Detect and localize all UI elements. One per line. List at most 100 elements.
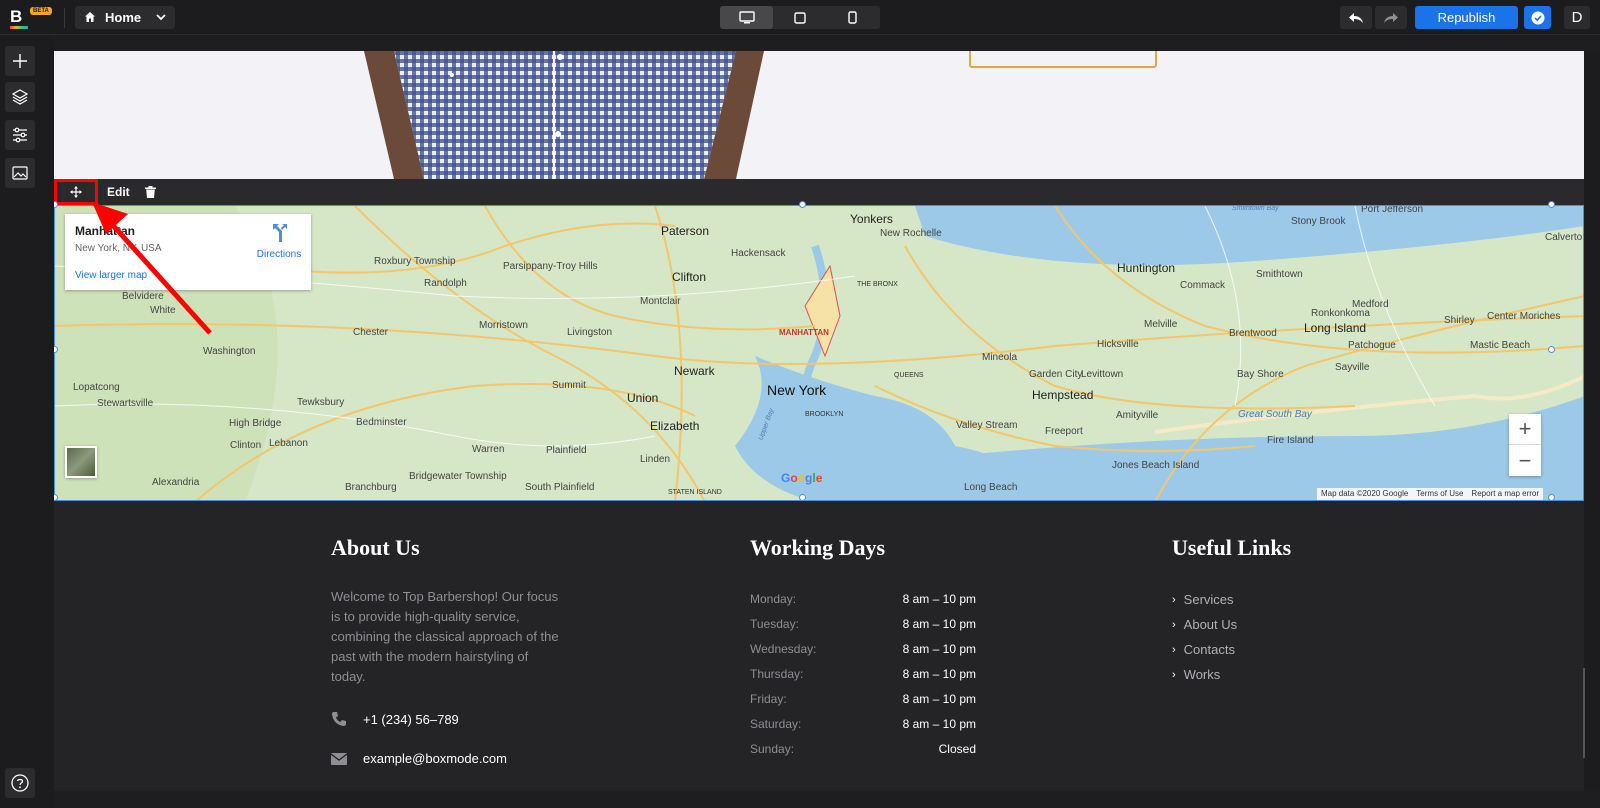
view-larger-map-link[interactable]: View larger map [75, 270, 147, 281]
place-address: New York, NY, USA [75, 243, 162, 254]
map-label: Jones Beach Island [1112, 460, 1200, 471]
map-label: Huntington [1117, 261, 1176, 275]
footer-link-label: Services [1183, 592, 1234, 607]
map-label: Amityville [1116, 410, 1159, 421]
zoom-in-button[interactable]: + [1509, 414, 1541, 445]
map-label: Newark [674, 364, 715, 378]
phone-row: +1 (234) 56–789 [331, 711, 459, 727]
map-label: New Rochelle [880, 228, 942, 239]
map-label: QUEENS [894, 372, 924, 379]
edit-section-button[interactable]: Edit [101, 183, 136, 201]
footer-section[interactable]: About Us Welcome to Top Barbershop! Our … [54, 501, 1584, 791]
hero-section[interactable] [54, 51, 1584, 179]
hours-row: Sunday: Closed [750, 742, 976, 762]
satellite-toggle-button[interactable] [65, 446, 97, 478]
map-label: THE BRONX [857, 281, 898, 288]
resize-handle[interactable] [799, 494, 806, 501]
settings-button[interactable] [5, 120, 35, 150]
home-icon [85, 12, 95, 22]
undo-button[interactable] [1340, 6, 1372, 29]
chevron-right-icon: › [1172, 668, 1176, 681]
mobile-icon [848, 11, 857, 24]
directions-icon [273, 224, 287, 242]
canvas-scrollbar[interactable] [1584, 51, 1600, 791]
map-label: Mineola [982, 352, 1018, 363]
phone-number[interactable]: +1 (234) 56–789 [363, 712, 459, 727]
hours-row: Monday: 8 am – 10 pm [750, 592, 976, 612]
send-letter-button[interactable] [969, 51, 1157, 68]
image-icon [12, 166, 28, 180]
hours-day: Saturday: [750, 717, 802, 731]
footer-link[interactable]: › About Us [1172, 617, 1237, 632]
canvas-scrollbar-thumb[interactable] [1583, 668, 1585, 758]
footer-link[interactable]: › Contacts [1172, 642, 1235, 657]
hours-time: 8 am – 10 pm [902, 617, 976, 631]
email-address[interactable]: example@boxmode.com [363, 751, 507, 766]
hours-time: 8 am – 10 pm [902, 717, 976, 731]
publish-status-button[interactable] [1524, 6, 1551, 29]
map-label: Elizabeth [650, 419, 700, 433]
mobile-view-button[interactable] [826, 6, 879, 29]
hours-day: Tuesday: [750, 617, 799, 631]
chevron-right-icon: › [1172, 643, 1176, 656]
page-select-dropdown[interactable]: Home [75, 6, 175, 29]
boxmode-logo[interactable]: B BETA [10, 7, 54, 29]
footer-link-label: About Us [1183, 617, 1238, 632]
map-label: MANHATTAN [779, 328, 829, 337]
map-zoom-controls: + − [1509, 414, 1541, 476]
plus-icon [13, 54, 27, 68]
map-label: Commack [1180, 280, 1226, 291]
map-place-card: Manhattan New York, NY, USA View larger … [65, 214, 311, 290]
map-label: South Plainfield [525, 482, 595, 493]
resize-handle[interactable] [1548, 201, 1555, 208]
zoom-out-button[interactable]: − [1509, 445, 1541, 476]
logo-letter: B [10, 7, 23, 26]
media-button[interactable] [5, 158, 35, 188]
map-label: Bedminster [356, 417, 407, 428]
footer-link[interactable]: › Works [1172, 667, 1220, 682]
hours-time: 8 am – 10 pm [902, 692, 976, 706]
map-label: Brentwood [1229, 328, 1277, 339]
map-label: New York [767, 382, 827, 398]
map-label: Melville [1144, 319, 1178, 330]
move-icon [70, 186, 82, 198]
hours-day: Wednesday: [750, 642, 817, 656]
delete-section-button[interactable] [142, 184, 158, 200]
map-label: Ronkonkoma [1311, 308, 1370, 319]
user-avatar-button[interactable]: D [1564, 6, 1590, 29]
beta-badge: BETA [30, 7, 52, 15]
terms-of-use-link[interactable]: Terms of Use [1416, 489, 1463, 499]
map-label: Center Moriches [1487, 311, 1561, 322]
desktop-view-button[interactable] [720, 6, 773, 29]
envelope-icon [331, 752, 363, 765]
directions-label: Directions [256, 249, 302, 260]
about-us-heading: About Us [331, 535, 420, 560]
map-label: Smithtown Bay [1232, 205, 1279, 212]
resize-handle[interactable] [799, 201, 806, 208]
hours-row: Tuesday: 8 am – 10 pm [750, 617, 976, 637]
resize-handle[interactable] [1548, 346, 1555, 353]
map-label: Hicksville [1097, 339, 1139, 350]
map-label: Long Beach [964, 482, 1018, 493]
google-map-embed[interactable]: Paterson Yonkers New Rochelle Hackensack… [54, 205, 1584, 501]
help-button[interactable] [5, 768, 35, 798]
map-label: Garden City [1029, 369, 1083, 380]
tablet-view-button[interactable] [773, 6, 826, 29]
add-element-button[interactable] [5, 46, 35, 76]
footer-link[interactable]: › Services [1172, 592, 1234, 607]
redo-button[interactable] [1375, 6, 1407, 29]
map-label: Clinton [230, 440, 262, 451]
republish-button[interactable]: Republish [1415, 6, 1518, 29]
directions-button[interactable]: Directions [251, 224, 307, 260]
report-map-error-link[interactable]: Report a map error [1471, 489, 1539, 499]
map-label: Smithtown [1256, 269, 1303, 280]
hours-day: Monday: [750, 592, 797, 606]
move-section-button[interactable] [54, 179, 98, 205]
map-label: Calverton [1545, 232, 1584, 243]
barber-photo [364, 51, 764, 179]
working-days-heading: Working Days [750, 535, 886, 560]
chevron-right-icon: › [1172, 618, 1176, 631]
layers-button[interactable] [5, 82, 35, 112]
resize-handle[interactable] [1548, 494, 1555, 501]
map-label: Morristown [479, 320, 528, 331]
